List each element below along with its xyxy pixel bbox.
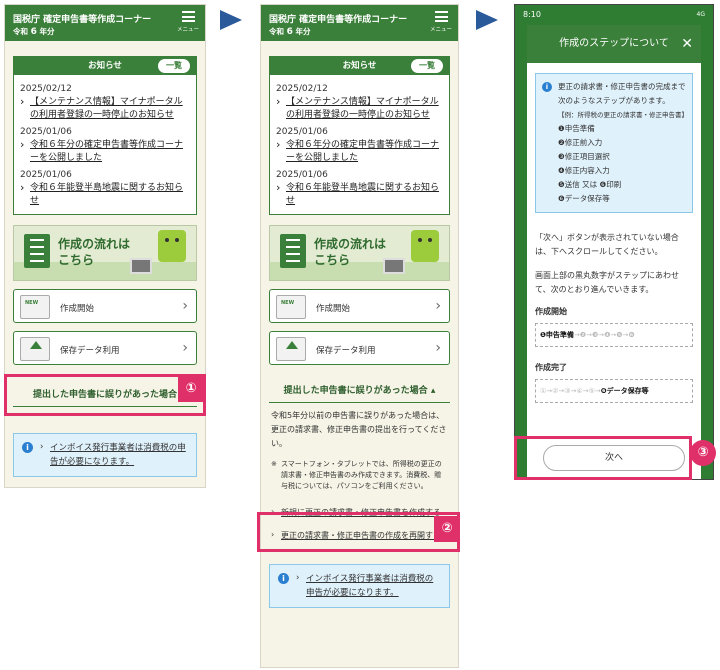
highlight-box-3 xyxy=(514,436,692,480)
flow-banner[interactable]: 作成の流れは こちら xyxy=(269,225,450,281)
news-link[interactable]: 【メンテナンス情報】マイナポータルの利用者登録の一時停止のお知らせ xyxy=(20,95,190,122)
screen-2-expanded: 国税庁 確定申告書等作成コーナー 令和 6 年分 メニュー お知らせ 一覧 202… xyxy=(260,4,459,668)
mistake-detail: 令和5年分以前の申告書に誤りがあった場合は、更正の請求書、修正申告書の提出を行っ… xyxy=(271,409,448,492)
box-illustration xyxy=(130,258,152,274)
modal-title: 作成のステップについて xyxy=(559,38,669,49)
status-time: 8:10 xyxy=(523,10,541,19)
start-button-label: 作成開始 xyxy=(316,304,351,314)
steps-modal: 作成のステップについて ✕ i 更正の請求書・修正申告書の完成まで次のようなステッ… xyxy=(527,25,701,479)
saved-data-button[interactable]: 保存データ利用 › xyxy=(269,331,450,365)
mistake-description: 令和5年分以前の申告書に誤りがあった場合は、更正の請求書、修正申告書の提出を行っ… xyxy=(271,411,447,448)
news-link[interactable]: 令和６年分の確定申告書等作成コーナーを公開しました xyxy=(276,138,443,165)
step-item: ❹修正内容入力 xyxy=(558,166,610,175)
flow-banner-text: 作成の流れは こちら xyxy=(314,237,387,267)
news-date: 2025/01/06 xyxy=(276,170,328,180)
news-all-button[interactable]: 一覧 xyxy=(411,59,443,73)
step-item: ❸修正項目選択 xyxy=(558,152,610,161)
mascot-icon xyxy=(158,230,186,262)
end-progress-row: ①→②→③→④→⑤→❻データ保存等 xyxy=(535,379,693,403)
flow-banner[interactable]: 作成の流れは こちら xyxy=(13,225,197,281)
news-all-button[interactable]: 一覧 xyxy=(158,59,190,73)
app-header: 国税庁 確定申告書等作成コーナー 令和 6 年分 メニュー xyxy=(5,5,205,41)
chevron-right-icon: › xyxy=(182,340,188,356)
news-link[interactable]: 令和６年分の確定申告書等作成コーナーを公開しました xyxy=(20,138,190,165)
info-icon: i xyxy=(22,442,33,453)
highlight-box-2 xyxy=(257,512,460,552)
start-button-label: 作成開始 xyxy=(60,304,95,314)
step-item: ❶申告準備 xyxy=(558,124,595,133)
step-marker-2: ② xyxy=(434,516,460,542)
news-date: 2025/01/06 xyxy=(276,127,328,137)
steps-info-box: i 更正の請求書・修正申告書の完成まで次のようなステップがあります。 【例：所得… xyxy=(535,73,693,213)
saved-data-button-label: 保存データ利用 xyxy=(316,346,376,356)
news-heading: お知らせ xyxy=(342,61,377,71)
chevron-right-icon: › xyxy=(182,298,188,314)
screen-3-steps-modal: 8:10 4G 作成のステップについて ✕ i 更正の請求書・修正申告書の完成まで次… xyxy=(514,4,714,480)
caret-up-icon: ▴ xyxy=(430,386,436,396)
info-intro: 更正の請求書・修正申告書の完成まで次のようなステップがあります。 xyxy=(558,82,686,105)
menu-button[interactable]: メニュー xyxy=(430,11,452,33)
app-title: 国税庁 確定申告書等作成コーナー xyxy=(269,15,408,25)
invoice-notice: i インボイス発行事業者は消費税の申告が必要になります。 xyxy=(13,433,197,477)
news-panel: お知らせ 一覧 2025/02/12 【メンテナンス情報】マイナポータルの利用者登… xyxy=(269,56,450,215)
hamburger-icon xyxy=(434,11,448,13)
app-header: 国税庁 確定申告書等作成コーナー 令和 6 年分 メニュー xyxy=(261,5,458,41)
info-example: 【例：所得税の更正の請求書・修正申告書】 xyxy=(558,111,688,119)
new-document-icon xyxy=(276,295,306,319)
invoice-link[interactable]: インボイス発行事業者は消費税の申告が必要になります。 xyxy=(296,571,441,600)
invoice-notice: i インボイス発行事業者は消費税の申告が必要になります。 xyxy=(269,564,450,608)
mistake-accordion-open[interactable]: 提出した申告書に誤りがあった場合 ▴ xyxy=(269,383,450,403)
arrow-right-icon xyxy=(220,10,242,30)
news-date: 2025/02/12 xyxy=(20,84,72,94)
highlight-box-1 xyxy=(4,374,206,416)
news-link[interactable]: 【メンテナンス情報】マイナポータルの利用者登録の一時停止のお知らせ xyxy=(276,95,443,122)
news-link[interactable]: 令和６年能登半島地震に関するお知らせ xyxy=(276,181,443,208)
step-item: ❻データ保存等 xyxy=(558,194,610,203)
step-marker-3: ③ xyxy=(690,440,716,466)
signal-icon: 4G xyxy=(696,11,705,18)
news-panel: お知らせ 一覧 2025/02/12 【メンテナンス情報】マイナポータルの利用者登… xyxy=(13,56,197,215)
upload-folder-icon xyxy=(276,337,306,361)
upload-folder-icon xyxy=(20,337,50,361)
document-icon xyxy=(280,234,306,268)
step-marker-1: ① xyxy=(178,376,204,402)
info-icon: i xyxy=(542,82,552,92)
new-document-icon xyxy=(20,295,50,319)
step-item: ❺送信 又は ❻印刷 xyxy=(558,180,622,189)
progress-explanation: 画面上部の黒丸数字がステップにあわせて、次のとおり進んでいきます。 xyxy=(535,271,679,294)
app-title: 国税庁 確定申告書等作成コーナー xyxy=(13,15,152,25)
news-heading: お知らせ xyxy=(88,61,122,71)
step-item: ❷修正前入力 xyxy=(558,138,603,147)
tax-year: 令和 6 年分 xyxy=(269,27,311,37)
info-icon: i xyxy=(278,573,289,584)
saved-data-button-label: 保存データ利用 xyxy=(60,346,120,356)
tax-year: 令和 6 年分 xyxy=(13,27,55,37)
mistake-note: スマートフォン・タブレットでは、所得税の更正の請求書・修正申告書のみ作成できます… xyxy=(271,459,448,492)
start-label: 作成開始 xyxy=(535,307,567,316)
chevron-right-icon: › xyxy=(435,340,441,356)
flow-banner-text: 作成の流れは こちら xyxy=(58,237,131,267)
news-link[interactable]: 令和６年能登半島地震に関するお知らせ xyxy=(20,181,190,208)
news-date: 2025/01/06 xyxy=(20,127,72,137)
end-label: 作成完了 xyxy=(535,363,567,372)
arrow-right-icon xyxy=(476,10,498,30)
close-icon[interactable]: ✕ xyxy=(681,25,693,63)
news-date: 2025/02/12 xyxy=(276,84,328,94)
box-illustration xyxy=(383,258,405,274)
scroll-hint: 「次へ」ボタンが表示されていない場合は、下へスクロールしてください。 xyxy=(535,233,679,256)
status-bar: 8:10 4G xyxy=(515,5,713,25)
hamburger-icon xyxy=(181,11,195,13)
news-date: 2025/01/06 xyxy=(20,170,72,180)
menu-button[interactable]: メニュー xyxy=(177,11,199,33)
mascot-icon xyxy=(411,230,439,262)
document-icon xyxy=(24,234,50,268)
start-progress-row: ❶申告準備→❷→❸→❹→❺→❻ xyxy=(535,323,693,347)
start-button[interactable]: 作成開始 › xyxy=(269,289,450,323)
saved-data-button[interactable]: 保存データ利用 › xyxy=(13,331,197,365)
chevron-right-icon: › xyxy=(435,298,441,314)
invoice-link[interactable]: インボイス発行事業者は消費税の申告が必要になります。 xyxy=(40,440,188,469)
start-button[interactable]: 作成開始 › xyxy=(13,289,197,323)
